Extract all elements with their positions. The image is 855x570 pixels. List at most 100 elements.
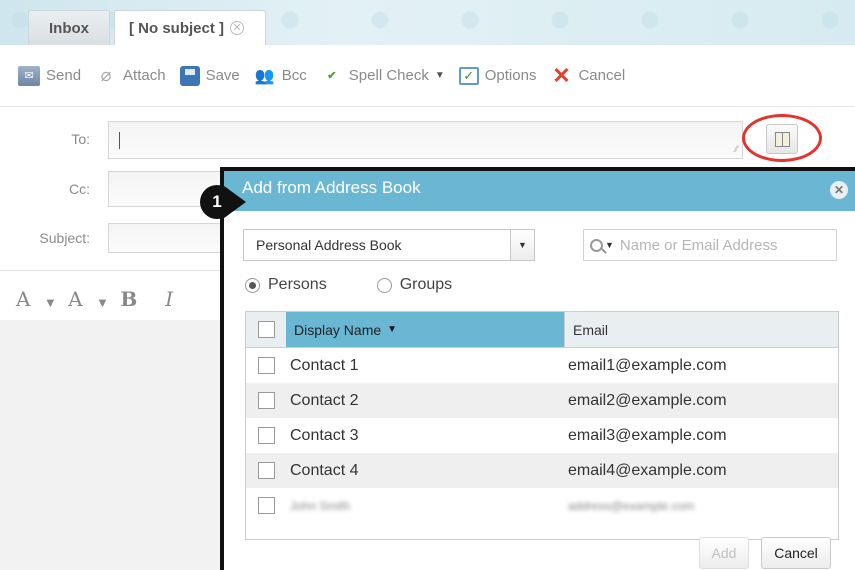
send-icon: ✉ bbox=[18, 65, 40, 86]
search-icon bbox=[590, 238, 603, 252]
add-button[interactable]: Add bbox=[699, 537, 749, 569]
compose-toolbar: ✉ Send ⌀ Attach Save 👥 Bcc ✔ Spell Check ▼ ✓ O… bbox=[0, 45, 855, 107]
divider bbox=[0, 270, 225, 271]
highlight-button[interactable]: A ▼ bbox=[68, 287, 106, 311]
dialog-cancel-button[interactable]: Cancel bbox=[761, 537, 831, 569]
select-all-checkbox[interactable] bbox=[257, 321, 275, 338]
people-icon: 👥 bbox=[254, 67, 275, 85]
chevron-down-icon[interactable]: ▼ bbox=[605, 240, 614, 250]
select-all-cell bbox=[246, 312, 286, 347]
bcc-label: Bcc bbox=[281, 67, 307, 84]
contact-email: email1@example.com bbox=[568, 356, 727, 374]
contacts-table: Display Name ▼ Email Contact 1 email1@exa… bbox=[245, 311, 839, 540]
spell-check-button[interactable]: ✔ Spell Check ▼ bbox=[321, 66, 445, 86]
cc-label: Cc: bbox=[69, 181, 90, 197]
attach-button[interactable]: ⌀ Attach bbox=[95, 65, 166, 86]
contact-email: email3@example.com bbox=[568, 426, 727, 444]
tab-inbox-label: Inbox bbox=[49, 19, 89, 37]
attach-label: Attach bbox=[123, 67, 166, 84]
sort-down-icon: ▼ bbox=[387, 324, 398, 335]
dialog-cancel-label: Cancel bbox=[774, 545, 818, 561]
tab-compose-label: [ No subject ] bbox=[129, 19, 225, 37]
column-header-display-name[interactable]: Display Name ▼ bbox=[286, 312, 564, 347]
contact-email: email2@example.com bbox=[568, 391, 727, 409]
dialog-title-bar[interactable]: Add from Address Book bbox=[224, 171, 855, 211]
font-color-icon: A bbox=[16, 287, 31, 311]
save-button[interactable]: Save bbox=[179, 65, 240, 86]
contact-name: Contact 2 bbox=[290, 391, 359, 409]
contact-email: address@example.com bbox=[568, 498, 695, 513]
row-checkbox[interactable] bbox=[257, 497, 275, 514]
row-check-cell bbox=[246, 357, 286, 374]
subject-label: Subject: bbox=[39, 230, 90, 246]
column-name-label: Display Name bbox=[294, 321, 382, 338]
add-label: Add bbox=[711, 545, 737, 561]
dialog-title: Add from Address Book bbox=[242, 178, 421, 197]
type-radio-group: Persons Groups bbox=[245, 276, 452, 294]
italic-button[interactable]: I bbox=[165, 287, 187, 311]
table-row[interactable]: Contact 4 email4@example.com bbox=[246, 453, 838, 488]
address-book-select-value: Personal Address Book bbox=[256, 237, 402, 253]
close-icon[interactable]: ✕ bbox=[830, 181, 848, 199]
highlight-circle bbox=[742, 114, 822, 162]
address-book-select[interactable]: Personal Address Book ▼ bbox=[243, 229, 535, 261]
italic-icon: I bbox=[165, 287, 174, 311]
save-label: Save bbox=[205, 67, 240, 84]
table-row[interactable]: Contact 1 email1@example.com bbox=[246, 348, 838, 383]
radio-groups-label: Groups bbox=[399, 276, 453, 293]
radio-button[interactable] bbox=[376, 277, 392, 293]
table-row[interactable]: Contact 2 email2@example.com bbox=[246, 383, 838, 418]
cancel-x-icon: ✕ bbox=[552, 62, 571, 88]
column-header-email[interactable]: Email bbox=[564, 312, 838, 347]
options-label: Options bbox=[484, 67, 537, 84]
row-check-cell bbox=[246, 462, 286, 479]
contact-name: Contact 4 bbox=[290, 461, 359, 479]
to-field[interactable]: ⁄⁄ bbox=[108, 121, 743, 159]
column-email-label: Email bbox=[573, 321, 609, 338]
chevron-down-icon[interactable]: ▼ bbox=[435, 70, 445, 81]
contact-name: Contact 3 bbox=[290, 426, 359, 444]
radio-groups[interactable]: Groups bbox=[376, 276, 453, 294]
radio-persons-label: Persons bbox=[268, 276, 327, 293]
contact-email: email4@example.com bbox=[568, 461, 727, 479]
text-cursor bbox=[119, 132, 120, 149]
table-row[interactable]: John Smith address@example.com bbox=[246, 488, 838, 523]
floppy-disk-icon bbox=[179, 65, 200, 86]
row-checkbox[interactable] bbox=[257, 392, 275, 409]
table-header: Display Name ▼ Email bbox=[246, 312, 838, 348]
spell-check-label: Spell Check bbox=[348, 67, 429, 84]
send-button[interactable]: ✉ Send bbox=[18, 65, 82, 86]
chevron-down-icon[interactable]: ▼ bbox=[510, 230, 534, 260]
bold-icon: B bbox=[120, 287, 138, 311]
tab-inbox[interactable]: Inbox bbox=[28, 10, 110, 45]
address-book-dialog: Add from Address Book ✕ Personal Address… bbox=[220, 167, 855, 570]
radio-button-selected[interactable] bbox=[245, 277, 260, 293]
step-number-badge: 1 bbox=[200, 185, 234, 219]
row-check-cell bbox=[246, 392, 286, 409]
options-button[interactable]: ✓ Options bbox=[458, 66, 537, 85]
tab-compose[interactable]: [ No subject ] ✕ bbox=[114, 10, 266, 45]
subject-field[interactable] bbox=[108, 223, 223, 253]
chevron-down-icon: ▼ bbox=[98, 298, 107, 309]
highlight-icon: A bbox=[68, 287, 83, 311]
row-checkbox[interactable] bbox=[257, 462, 275, 479]
options-icon: ✓ bbox=[458, 66, 479, 85]
send-label: Send bbox=[46, 67, 82, 84]
row-checkbox[interactable] bbox=[257, 427, 275, 444]
font-color-button[interactable]: A ▼ bbox=[16, 287, 54, 311]
resize-grip-icon[interactable]: ⁄⁄ bbox=[735, 144, 738, 154]
chevron-down-icon: ▼ bbox=[46, 298, 55, 309]
row-checkbox[interactable] bbox=[257, 357, 275, 374]
to-label: To: bbox=[71, 131, 90, 147]
close-tab-icon[interactable]: ✕ bbox=[230, 21, 245, 35]
cancel-button[interactable]: ✕ Cancel bbox=[550, 62, 625, 88]
tab-strip: Inbox [ No subject ] ✕ bbox=[0, 0, 855, 45]
radio-persons[interactable]: Persons bbox=[245, 276, 327, 294]
format-toolbar: A ▼ A ▼ B I bbox=[16, 287, 201, 311]
bold-button[interactable]: B bbox=[120, 287, 151, 311]
table-row[interactable]: Contact 3 email3@example.com bbox=[246, 418, 838, 453]
message-body[interactable] bbox=[0, 320, 222, 570]
contact-name: John Smith bbox=[290, 498, 351, 513]
search-input[interactable]: ▼ Name or Email Address bbox=[583, 229, 837, 261]
bcc-button[interactable]: 👥 Bcc bbox=[254, 66, 307, 86]
